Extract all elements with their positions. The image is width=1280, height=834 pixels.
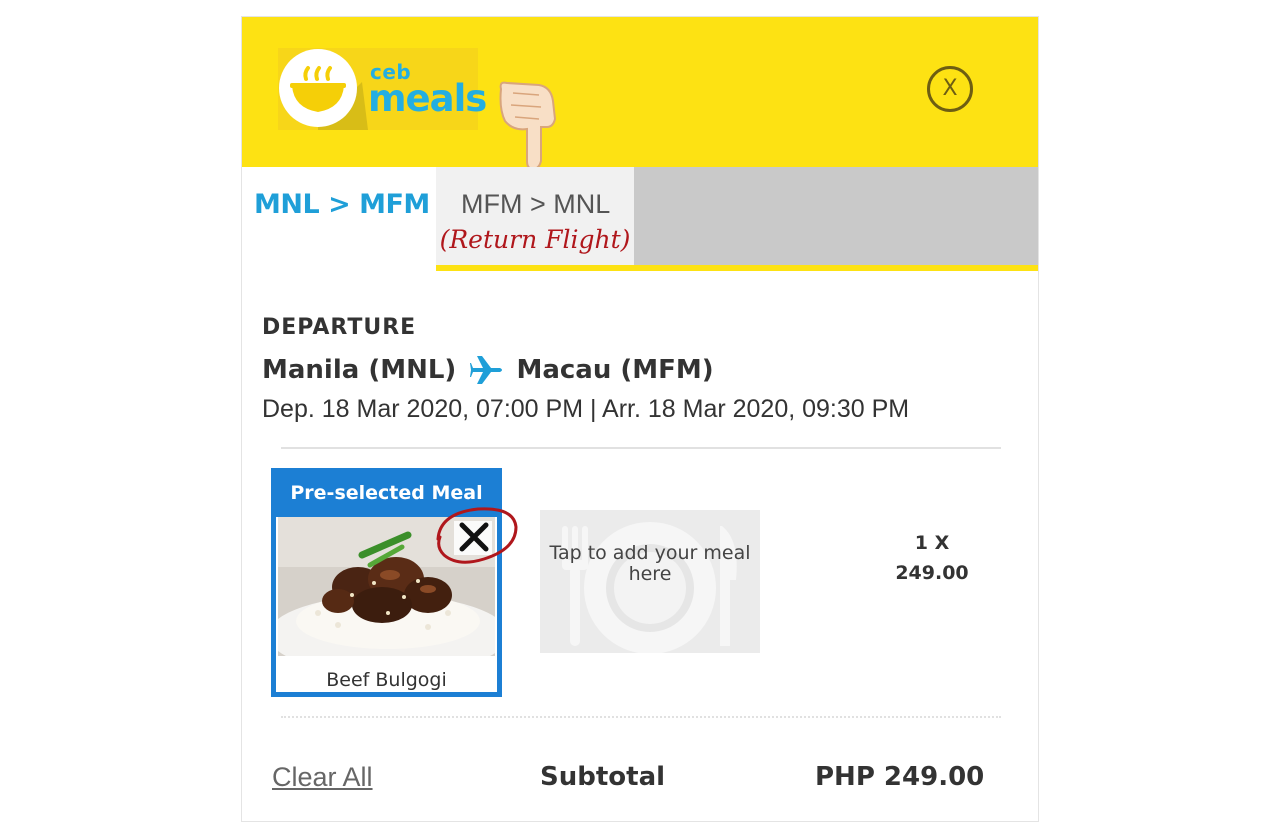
- add-meal-text: Tap to add your meal here: [549, 542, 751, 585]
- return-flight-annotation: (Return Flight): [439, 225, 631, 254]
- flight-tabs: MNL > MFM MFM > MNL (Return Flight): [242, 167, 1038, 271]
- divider: [281, 716, 1001, 718]
- unit-price: 249.00: [895, 562, 969, 584]
- flight-route: Manila (MNL) Macau (MFM): [262, 354, 714, 390]
- quantity-label: 1 X: [914, 532, 950, 554]
- pointing-hand-icon: [499, 81, 557, 171]
- tab-underline: [436, 265, 1038, 271]
- close-button[interactable]: X: [927, 66, 973, 112]
- destination-city: Macau (MFM): [516, 354, 714, 385]
- meals-panel: ceb meals X MNL > MFM MFM > MNL (Return …: [241, 16, 1039, 822]
- tab-return-label: MFM > MNL: [461, 189, 611, 219]
- origin-city: Manila (MNL): [262, 354, 457, 385]
- meal-name: Beef Bulgogi: [326, 669, 447, 691]
- tab-return[interactable]: MFM > MNL (Return Flight): [436, 167, 634, 265]
- tab-outbound-label: MNL > MFM: [254, 189, 430, 220]
- subtotal-label: Subtotal: [540, 762, 666, 792]
- meal-quantity-price: 1 X 249.00: [862, 528, 1002, 588]
- airplane-icon: [470, 355, 503, 384]
- meal-card-title: Pre-selected Meal: [290, 482, 483, 504]
- close-icon: X: [942, 76, 958, 101]
- tab-outbound[interactable]: MNL > MFM: [242, 167, 436, 271]
- clear-all-link[interactable]: Clear All: [272, 762, 373, 793]
- ceb-meals-logo: ceb meals: [278, 48, 487, 130]
- divider: [281, 447, 1001, 449]
- remove-meal-button[interactable]: [432, 503, 520, 569]
- add-meal-slot[interactable]: Tap to add your meal here: [540, 510, 760, 653]
- remove-x-icon: [436, 507, 518, 564]
- flight-times: Dep. 18 Mar 2020, 07:00 PM | Arr. 18 Mar…: [262, 395, 910, 423]
- section-label: DEPARTURE: [262, 315, 417, 340]
- logo-text-meals: meals: [368, 77, 487, 120]
- subtotal-value: PHP 249.00: [815, 762, 985, 792]
- header-bar: ceb meals X: [242, 17, 1038, 171]
